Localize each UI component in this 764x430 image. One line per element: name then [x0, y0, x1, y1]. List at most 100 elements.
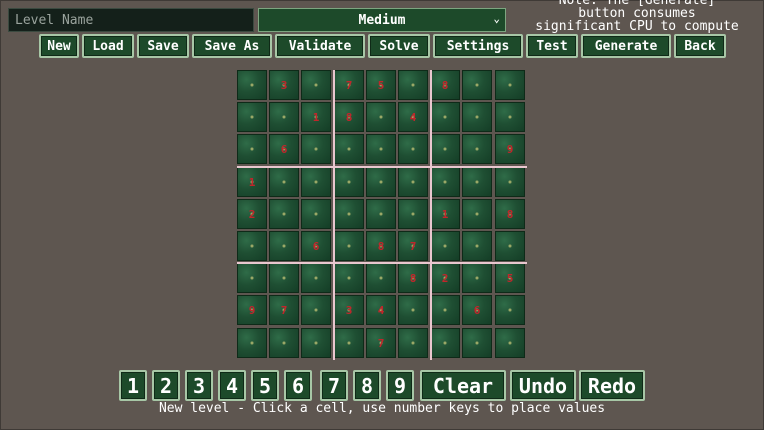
board-cell[interactable] — [495, 328, 525, 358]
redo-button[interactable]: Redo — [579, 370, 645, 401]
board-cell[interactable] — [334, 231, 364, 261]
board-cell[interactable] — [462, 199, 492, 229]
board-cell[interactable] — [301, 263, 331, 293]
board-cell[interactable]: 7 — [334, 70, 364, 100]
board-cell[interactable] — [269, 167, 299, 197]
board-cell[interactable] — [269, 199, 299, 229]
digit-8-button[interactable]: 8 — [353, 370, 381, 401]
board-cell[interactable] — [462, 231, 492, 261]
board-cell[interactable] — [269, 263, 299, 293]
board-cell[interactable] — [462, 328, 492, 358]
digit-2-button[interactable]: 2 — [152, 370, 180, 401]
settings-button[interactable]: Settings — [433, 34, 523, 58]
board-cell[interactable]: 6 — [462, 295, 492, 325]
board-cell[interactable] — [334, 167, 364, 197]
board-cell[interactable] — [301, 167, 331, 197]
board-cell[interactable] — [301, 295, 331, 325]
board-cell[interactable] — [398, 199, 428, 229]
board-cell[interactable]: 5 — [366, 70, 396, 100]
board-cell[interactable]: 4 — [398, 102, 428, 132]
board-cell[interactable]: 6 — [269, 134, 299, 164]
board-cell[interactable] — [334, 134, 364, 164]
validate-button[interactable]: Validate — [275, 34, 365, 58]
board-cell[interactable]: 3 — [334, 295, 364, 325]
digit-9-button[interactable]: 9 — [386, 370, 414, 401]
solve-button[interactable]: Solve — [368, 34, 430, 58]
board-cell[interactable]: 2 — [237, 199, 267, 229]
board-cell[interactable] — [301, 70, 331, 100]
digit-7-button[interactable]: 7 — [320, 370, 348, 401]
board-cell[interactable] — [430, 134, 460, 164]
board-cell[interactable]: 7 — [366, 328, 396, 358]
board-cell[interactable] — [237, 328, 267, 358]
board-cell[interactable]: 1 — [430, 199, 460, 229]
board-cell[interactable] — [301, 199, 331, 229]
board-cell[interactable]: 5 — [495, 263, 525, 293]
board-cell[interactable] — [269, 102, 299, 132]
board-cell[interactable]: 7 — [269, 295, 299, 325]
board-cell[interactable] — [334, 328, 364, 358]
board-cell[interactable] — [495, 102, 525, 132]
board-cell[interactable] — [301, 328, 331, 358]
board-cell[interactable] — [398, 167, 428, 197]
board-cell[interactable] — [269, 231, 299, 261]
board-cell[interactable] — [495, 167, 525, 197]
board-cell[interactable]: 9 — [495, 134, 525, 164]
digit-3-button[interactable]: 3 — [185, 370, 213, 401]
board-cell[interactable] — [462, 70, 492, 100]
board-cell[interactable] — [366, 102, 396, 132]
new-button[interactable]: New — [39, 34, 79, 58]
board-cell[interactable]: 2 — [430, 263, 460, 293]
board-cell[interactable] — [495, 70, 525, 100]
digit-6-button[interactable]: 6 — [284, 370, 312, 401]
board-cell[interactable] — [462, 263, 492, 293]
board-cell[interactable] — [398, 134, 428, 164]
board-cell[interactable] — [462, 134, 492, 164]
board-cell[interactable] — [334, 263, 364, 293]
board-cell[interactable]: 9 — [237, 295, 267, 325]
board-cell[interactable] — [495, 231, 525, 261]
digit-1-button[interactable]: 1 — [119, 370, 147, 401]
board-cell[interactable] — [430, 328, 460, 358]
board-cell[interactable] — [430, 295, 460, 325]
board-cell[interactable]: 8 — [366, 231, 396, 261]
board-cell[interactable] — [430, 167, 460, 197]
board-cell[interactable] — [462, 167, 492, 197]
board-cell[interactable] — [269, 328, 299, 358]
save-as-button[interactable]: Save As — [192, 34, 272, 58]
board-cell[interactable]: 8 — [495, 199, 525, 229]
digit-5-button[interactable]: 5 — [251, 370, 279, 401]
board-cell[interactable] — [237, 263, 267, 293]
test-button[interactable]: Test — [526, 34, 578, 58]
board-cell[interactable] — [237, 70, 267, 100]
board-cell[interactable]: 1 — [301, 102, 331, 132]
board-cell[interactable] — [398, 70, 428, 100]
board-cell[interactable]: 8 — [430, 70, 460, 100]
load-button[interactable]: Load — [82, 34, 134, 58]
board-cell[interactable] — [366, 263, 396, 293]
board-cell[interactable]: 1 — [237, 167, 267, 197]
board-cell[interactable] — [495, 295, 525, 325]
board-cell[interactable] — [237, 102, 267, 132]
board-cell[interactable] — [301, 134, 331, 164]
digit-4-button[interactable]: 4 — [218, 370, 246, 401]
difficulty-select[interactable]: Medium ⌄ — [258, 8, 506, 32]
board-cell[interactable] — [237, 231, 267, 261]
level-name-input[interactable] — [8, 8, 254, 32]
board-cell[interactable]: 7 — [398, 231, 428, 261]
board-cell[interactable] — [237, 134, 267, 164]
board-cell[interactable] — [366, 134, 396, 164]
board-cell[interactable] — [398, 328, 428, 358]
board-cell[interactable]: 4 — [366, 295, 396, 325]
board-cell[interactable] — [366, 199, 396, 229]
back-button[interactable]: Back — [674, 34, 726, 58]
board-cell[interactable]: 8 — [334, 102, 364, 132]
board-cell[interactable] — [462, 102, 492, 132]
board-cell[interactable] — [430, 231, 460, 261]
save-button[interactable]: Save — [137, 34, 189, 58]
board-cell[interactable]: 8 — [398, 263, 428, 293]
board-cell[interactable] — [366, 167, 396, 197]
board-cell[interactable]: 6 — [301, 231, 331, 261]
board-cell[interactable] — [430, 102, 460, 132]
board-cell[interactable] — [398, 295, 428, 325]
